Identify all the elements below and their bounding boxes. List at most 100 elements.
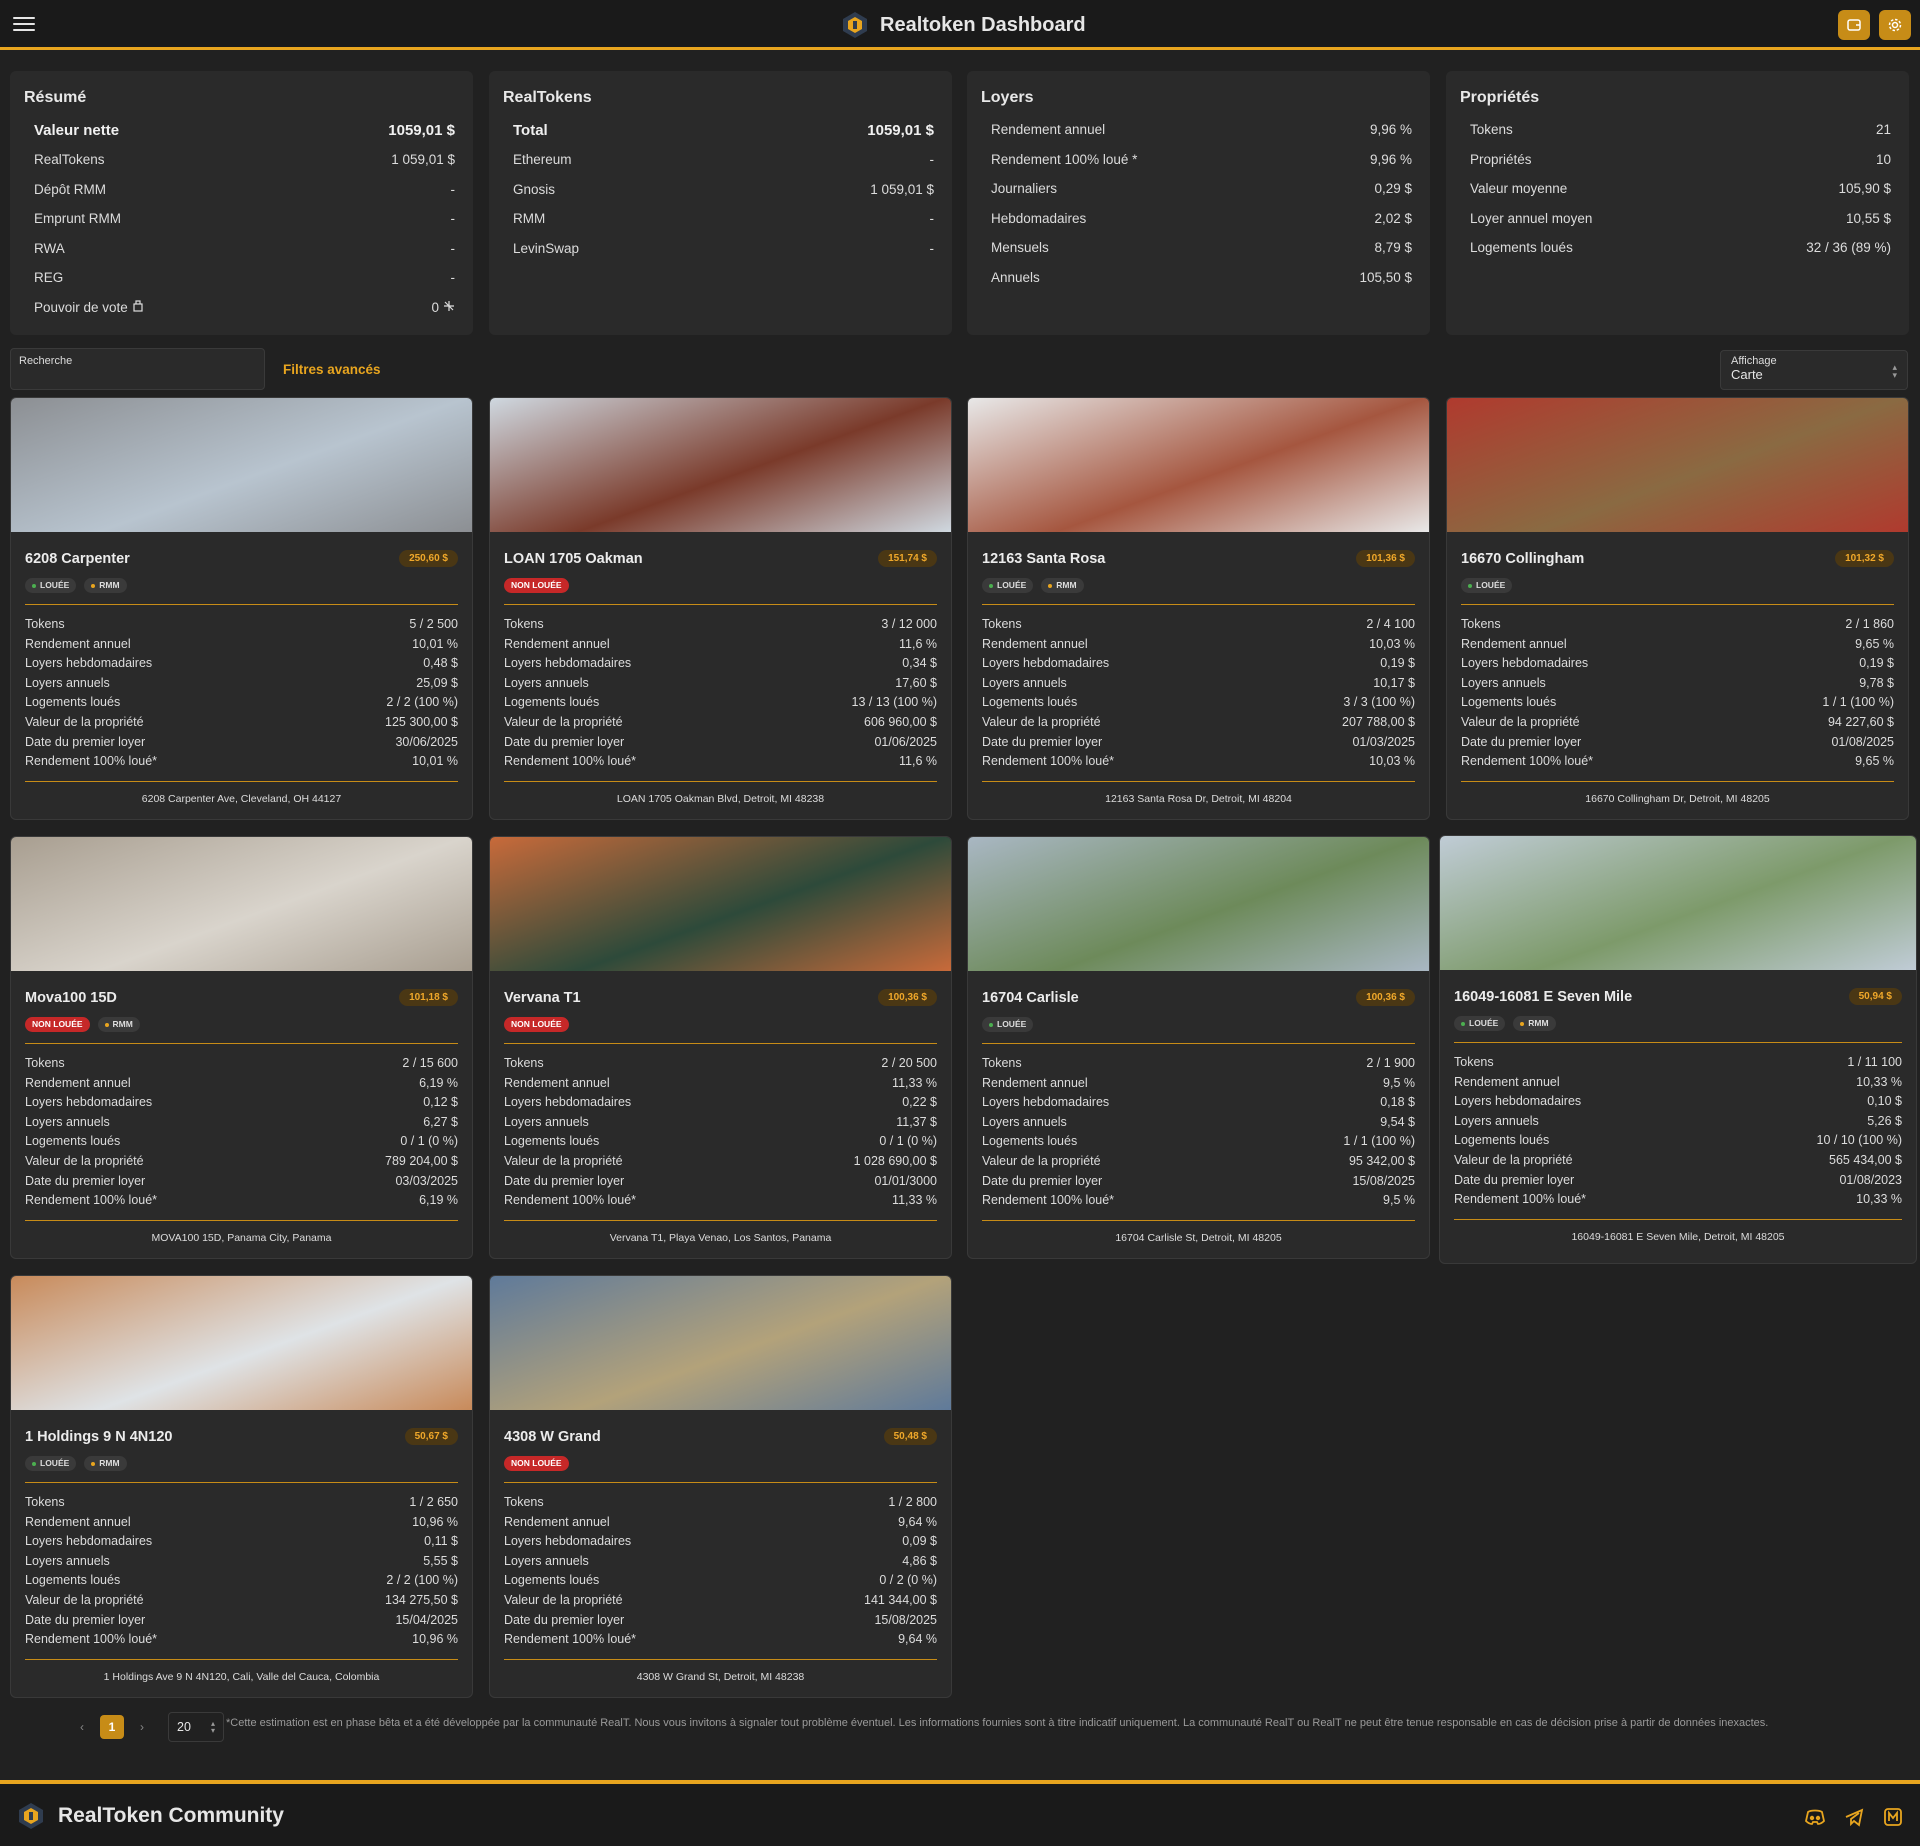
divider — [504, 604, 937, 605]
rental-status-badge: LOUÉE — [25, 1456, 77, 1471]
detail-value: 6,19 % — [419, 1193, 458, 1208]
detail-row: Logements loués 2 / 2 (100 %) — [25, 1573, 458, 1593]
detail-label: Loyers hebdomadaires — [1461, 656, 1589, 671]
summary-row-label: Pouvoir de vote — [34, 299, 128, 315]
detail-row: Valeur de la propriété 125 300,00 $ — [25, 715, 458, 735]
detail-value: 15/08/2025 — [874, 1612, 937, 1627]
detail-row: Valeur de la propriété 789 204,00 $ — [25, 1154, 458, 1174]
detail-row: Valeur de la propriété 606 960,00 $ — [504, 715, 937, 735]
summary-row: Loyer annuel moyen 10,55 $ — [1470, 211, 1891, 226]
property-name: Vervana T1 — [504, 990, 581, 1006]
summary-row-label: Tokens — [1470, 122, 1513, 137]
summary-row-label: Rendement annuel — [991, 122, 1106, 137]
detail-label: Valeur de la propriété — [1461, 714, 1580, 729]
display-mode-select[interactable]: Affichage Carte ▴ ▾ — [1720, 350, 1908, 390]
detail-label: Tokens — [504, 1056, 544, 1070]
status-dot-icon — [989, 583, 993, 588]
detail-label: Logements loués — [982, 695, 1078, 710]
footer: RealToken Community — [0, 1780, 1920, 1846]
next-page-button[interactable]: › — [130, 1715, 154, 1739]
wallet-button[interactable] — [1838, 10, 1870, 40]
status-dot-icon — [32, 583, 36, 588]
select-arrows-icon: ▴ ▾ — [1892, 362, 1897, 380]
property-photo — [11, 398, 472, 532]
divider — [504, 1659, 937, 1660]
detail-value: 10,33 % — [1856, 1192, 1902, 1207]
property-photo — [490, 1276, 951, 1410]
property-name: 16670 Collingham — [1461, 551, 1585, 567]
telegram-icon[interactable] — [1843, 1806, 1865, 1828]
property-card[interactable]: 1 Holdings 9 N 4N120 50,67 $ LOUÉE RMM Token… — [10, 1275, 473, 1698]
status-dot-icon — [1468, 583, 1472, 588]
detail-label: Date du premier loyer — [25, 1173, 146, 1188]
summary-row-label: Logements loués — [1470, 240, 1573, 255]
detail-row: Loyers hebdomadaires 0,19 $ — [982, 656, 1415, 676]
detail-row: Date du premier loyer 15/08/2025 — [504, 1613, 937, 1633]
summary-total-row: Total 1059,01 $ — [513, 122, 934, 139]
discord-icon[interactable] — [1804, 1806, 1826, 1828]
summary-row: Propriétés 10 — [1470, 152, 1891, 167]
property-card[interactable]: 4308 W Grand 50,48 $ NON LOUÉE Tokens 1 / 2 … — [489, 1275, 952, 1698]
detail-row: Rendement 100% loué* 10,01 % — [25, 754, 458, 774]
property-card[interactable]: 16704 Carlisle 100,36 $ LOUÉE Tokens 2 / 1 9… — [967, 836, 1430, 1259]
detail-value: 11,37 $ — [896, 1114, 937, 1129]
advanced-filters-link[interactable]: Filtres avancés — [283, 362, 381, 377]
detail-value: 9,64 % — [898, 1514, 937, 1529]
detail-row: Date du premier loyer 01/01/3000 — [504, 1174, 937, 1194]
detail-label: Date du premier loyer — [504, 734, 625, 749]
detail-label: Rendement 100% loué* — [25, 1632, 158, 1647]
detail-value: 0,19 $ — [1859, 656, 1894, 671]
detail-value: 125 300,00 $ — [385, 714, 458, 729]
settings-button[interactable] — [1879, 10, 1911, 40]
detail-row: Date du premier loyer 30/06/2025 — [25, 735, 458, 755]
divider — [1461, 781, 1894, 782]
detail-label: Rendement annuel — [25, 636, 131, 651]
detail-value: 10,17 $ — [1373, 675, 1415, 690]
detail-row: Loyers annuels 11,37 $ — [504, 1115, 937, 1135]
status-chips: LOUÉE RMM — [1454, 1016, 1556, 1031]
property-details: Tokens 2 / 15 600 Rendement annuel 6,19 % Lo… — [25, 1056, 458, 1213]
chevron-updown-icon: ▴ ▾ — [210, 1719, 215, 1735]
summary-row-value: 105,50 $ — [1359, 269, 1412, 285]
detail-row: Tokens 3 / 12 000 — [504, 617, 937, 637]
detail-label: Valeur de la propriété — [25, 714, 144, 729]
detail-row: Rendement 100% loué* 6,19 % — [25, 1193, 458, 1213]
detail-label: Rendement 100% loué* — [982, 754, 1115, 769]
chip-label: NON LOUÉE — [32, 1019, 83, 1029]
chip-label: RMM — [99, 580, 120, 590]
detail-label: Valeur de la propriété — [1454, 1152, 1573, 1167]
summary-row: Tokens 21 — [1470, 122, 1891, 137]
detail-row: Date du premier loyer 15/04/2025 — [25, 1613, 458, 1633]
gear-icon — [1888, 18, 1902, 32]
detail-row: Tokens 1 / 2 650 — [25, 1495, 458, 1515]
detail-row: Valeur de la propriété 565 434,00 $ — [1454, 1153, 1902, 1173]
detail-row: Rendement 100% loué* 9,64 % — [504, 1632, 937, 1652]
detail-value: 0,10 $ — [1867, 1094, 1902, 1109]
property-card[interactable]: 16670 Collingham 101,32 $ LOUÉE Tokens 2 / 1… — [1446, 397, 1909, 820]
property-card[interactable]: 6208 Carpenter 250,60 $ LOUÉE RMM Tokens 5 / … — [10, 397, 473, 820]
search-input[interactable]: Recherche — [10, 348, 265, 390]
detail-row: Rendement 100% loué* 9,5 % — [982, 1193, 1415, 1213]
detail-value: 2 / 2 (100 %) — [386, 1573, 458, 1588]
rental-status-badge: NON LOUÉE — [504, 1456, 569, 1471]
detail-value: 15/04/2025 — [395, 1612, 458, 1627]
property-details: Tokens 2 / 20 500 Rendement annuel 11,33 % L… — [504, 1056, 937, 1213]
detail-row: Loyers hebdomadaires 0,11 $ — [25, 1534, 458, 1554]
property-card[interactable]: Vervana T1 100,36 $ NON LOUÉE Tokens 2 / 20 … — [489, 836, 952, 1259]
property-card[interactable]: 12163 Santa Rosa 101,36 $ LOUÉE RMM Tokens 2 … — [967, 397, 1430, 820]
per-page-select[interactable]: 20 ▴ ▾ — [168, 1712, 224, 1742]
detail-row: Loyers hebdomadaires 0,34 $ — [504, 656, 937, 676]
property-card[interactable]: LOAN 1705 Oakman 151,74 $ NON LOUÉE Tokens 3… — [489, 397, 952, 820]
page-1-button[interactable]: 1 — [100, 1715, 124, 1739]
menu-icon[interactable] — [13, 15, 35, 33]
property-card[interactable]: Mova100 15D 101,18 $ NON LOUÉE RMM Tokens 2 /… — [10, 836, 473, 1259]
detail-value: 0 / 2 (0 %) — [879, 1573, 937, 1588]
summary-total-label: Total — [513, 122, 548, 139]
detail-value: 1 028 690,00 $ — [853, 1153, 937, 1168]
github-icon[interactable] — [1882, 1806, 1904, 1828]
status-dot-icon — [32, 1461, 36, 1466]
property-card[interactable]: 16049-16081 E Seven Mile 50,94 $ LOUÉE RMM T… — [1439, 835, 1917, 1264]
detail-row: Date du premier loyer 03/03/2025 — [25, 1174, 458, 1194]
prev-page-button[interactable]: ‹ — [70, 1715, 94, 1739]
detail-value: 9,64 % — [898, 1632, 937, 1647]
